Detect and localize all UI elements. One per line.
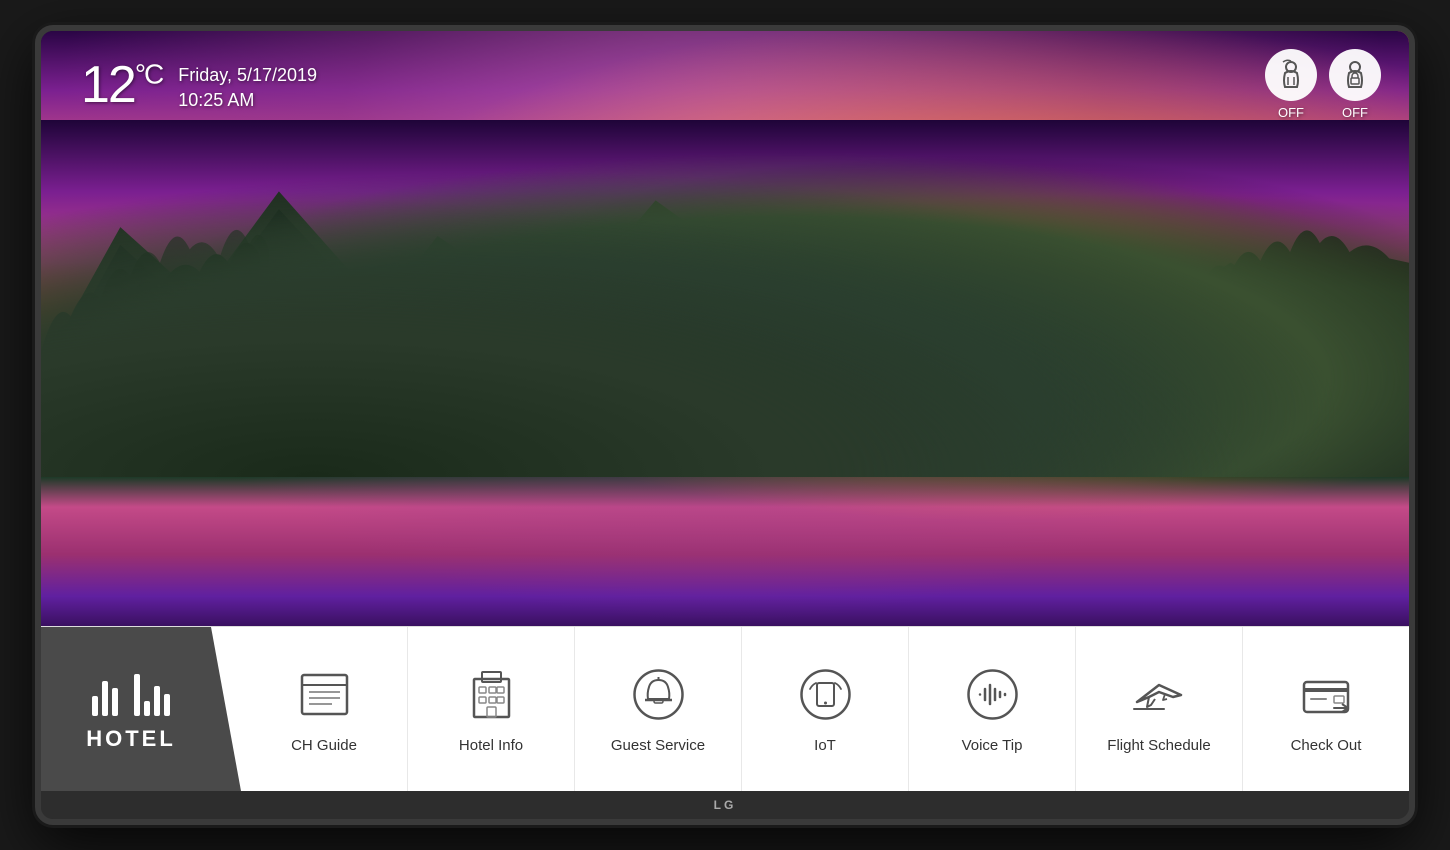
menu-bar: HOTEL CH Guide <box>41 626 1409 791</box>
maid-circle[interactable] <box>1265 49 1317 101</box>
voice-tip-label: Voice Tip <box>962 737 1023 754</box>
check-out-label: Check Out <box>1291 737 1362 754</box>
menu-item-hotel-info[interactable]: Hotel Info <box>408 627 575 791</box>
weather-overlay: 12°C Friday, 5/17/2019 10:25 AM <box>81 59 317 111</box>
voice-tip-icon <box>962 665 1022 725</box>
hotel-info-icon <box>461 665 521 725</box>
maid-control[interactable]: OFF <box>1265 49 1317 120</box>
menu-item-flight-schedule[interactable]: Flight Schedule <box>1076 627 1243 791</box>
check-out-icon <box>1296 665 1356 725</box>
hotel-logo-section: HOTEL <box>41 627 241 791</box>
hotel-info-label: Hotel Info <box>459 737 523 754</box>
logo-bar-3 <box>112 688 118 716</box>
iot-label: IoT <box>814 737 836 754</box>
lg-logo: LG <box>714 798 737 812</box>
tv-bottom-bezel: LG <box>41 791 1409 819</box>
datetime-display: Friday, 5/17/2019 10:25 AM <box>178 59 317 111</box>
maid-label: OFF <box>1278 105 1304 120</box>
menu-items: CH Guide <box>241 627 1409 791</box>
menu-item-check-out[interactable]: Check Out <box>1243 627 1409 791</box>
menu-item-voice-tip[interactable]: Voice Tip <box>909 627 1076 791</box>
welcome-title: Welcome to the hotel <box>529 288 920 331</box>
flight-schedule-icon <box>1129 665 1189 725</box>
menu-item-guest-service[interactable]: Guest Service <box>575 627 742 791</box>
tv-frame: 12°C Friday, 5/17/2019 10:25 AM Welcome … <box>35 25 1415 825</box>
hotel-text: HOTEL <box>86 726 176 752</box>
logo-bar-7 <box>164 694 170 716</box>
dnd-label: OFF <box>1342 105 1368 120</box>
tv-screen: 12°C Friday, 5/17/2019 10:25 AM Welcome … <box>41 31 1409 791</box>
welcome-overlay: Welcome to the hotel Enjoy your time <box>529 288 920 370</box>
flight-schedule-label: Flight Schedule <box>1107 737 1210 754</box>
hero-background: 12°C Friday, 5/17/2019 10:25 AM Welcome … <box>41 31 1409 626</box>
maid-icon <box>1275 59 1307 91</box>
logo-bar-4 <box>134 674 140 716</box>
top-controls: OFF OFF <box>1265 49 1381 120</box>
menu-item-ch-guide[interactable]: CH Guide <box>241 627 408 791</box>
dnd-control[interactable]: OFF <box>1329 49 1381 120</box>
iot-icon <box>795 665 855 725</box>
time-display: 10:25 AM <box>178 90 317 111</box>
ch-guide-icon <box>294 665 354 725</box>
menu-item-iot[interactable]: IoT <box>742 627 909 791</box>
dnd-icon <box>1339 59 1371 91</box>
ch-guide-label: CH Guide <box>291 737 357 754</box>
logo-bar-6 <box>154 686 160 716</box>
date-display: Friday, 5/17/2019 <box>178 65 317 86</box>
guest-service-label: Guest Service <box>611 737 705 754</box>
logo-bar-5 <box>144 701 150 716</box>
guest-service-icon <box>628 665 688 725</box>
temperature-display: 12°C <box>81 59 162 111</box>
logo-bar-2 <box>102 681 108 716</box>
hotel-logo-bars <box>92 666 170 716</box>
dnd-circle[interactable] <box>1329 49 1381 101</box>
logo-bar-1 <box>92 696 98 716</box>
welcome-subtitle: Enjoy your time <box>529 339 920 370</box>
